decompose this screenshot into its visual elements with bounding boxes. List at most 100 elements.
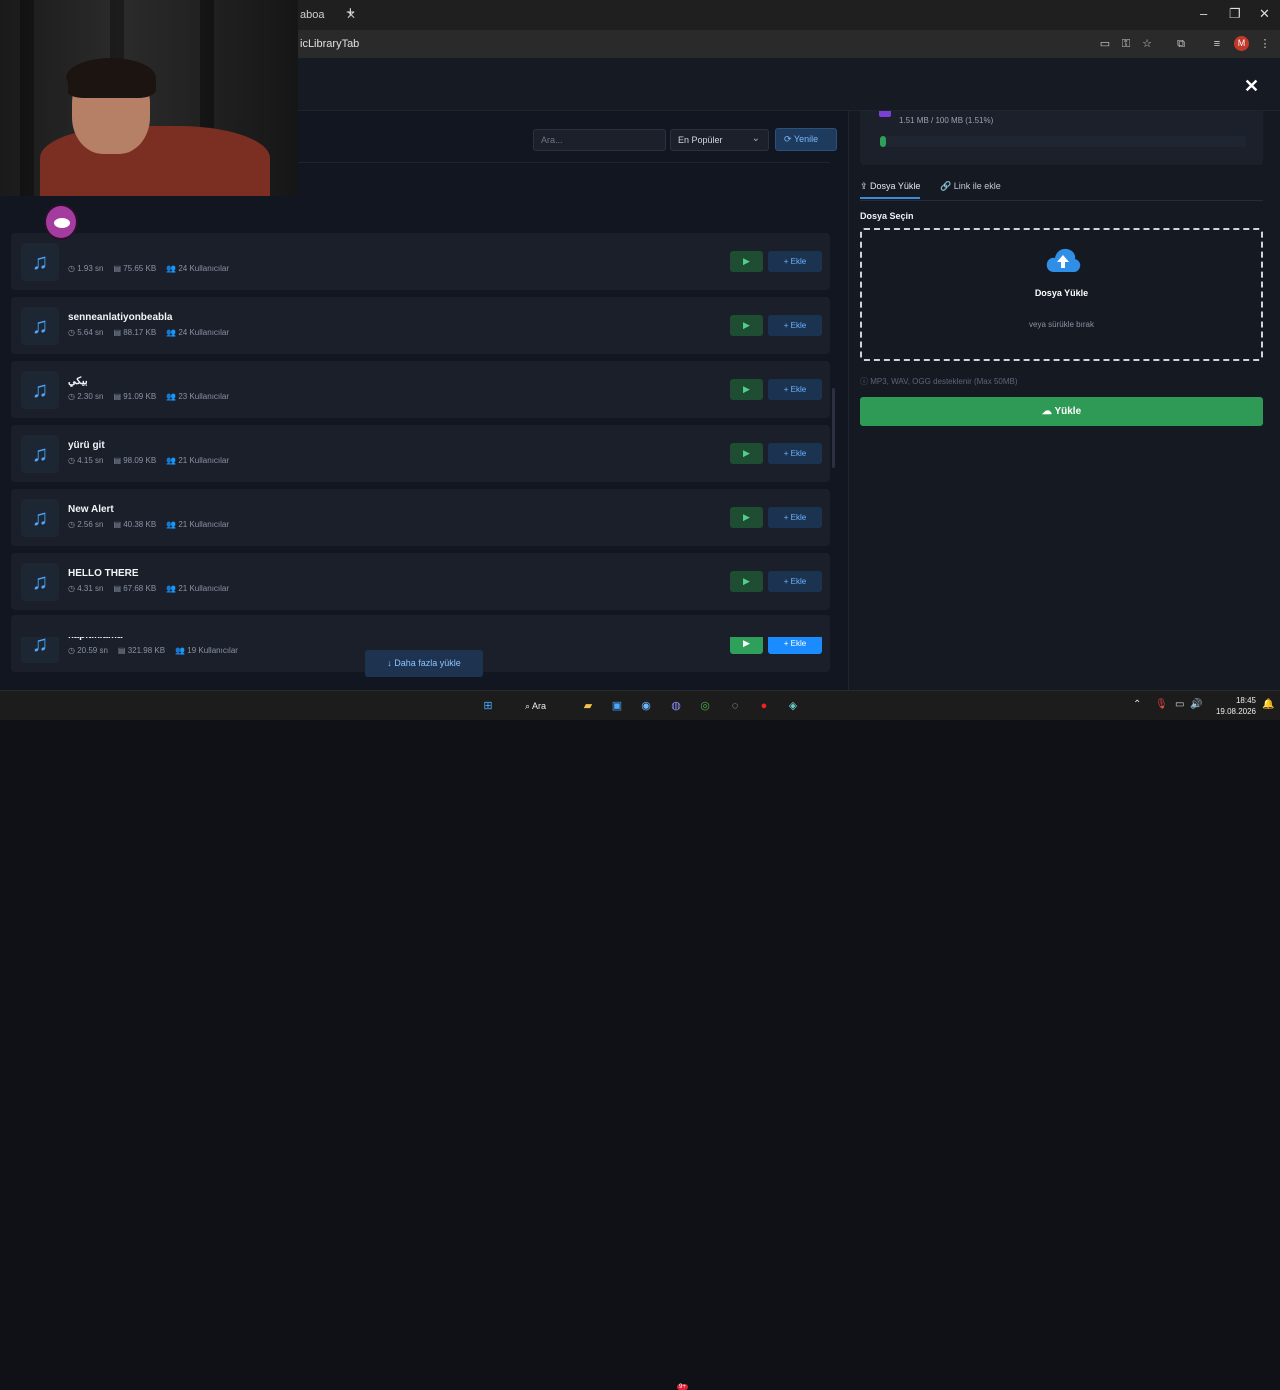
music-note-icon: ♫: [21, 435, 59, 473]
sound-title: HELLO THERE: [68, 568, 139, 579]
music-note-icon: ♫: [21, 243, 59, 281]
sound-meta: ◷ 2.30 sn ▤ 91.09 KB 👥 23 Kullanıcılar: [68, 392, 239, 401]
add-button[interactable]: + Ekle: [768, 571, 822, 592]
duration-text: ◷ 2.56 sn: [68, 520, 104, 529]
minimize-button[interactable]: –: [1200, 6, 1207, 21]
list-item: ♫ ◷ 1.93 sn ▤ 75.65 KB 👥 24 Kullanıcılar ▶ + …: [11, 233, 830, 290]
size-text: ▤ 40.38 KB: [113, 520, 157, 529]
file-dropzone[interactable]: Dosya Yükle veya sürükle bırak: [860, 228, 1263, 361]
add-button[interactable]: + Ekle: [768, 315, 822, 336]
tab-file-upload[interactable]: ⇪ Dosya Yükle: [860, 181, 921, 199]
tab-link-add-label: Link ile ekle: [953, 181, 1001, 191]
size-text: ▤ 67.68 KB: [113, 584, 157, 593]
storage-text: 1.51 MB / 100 MB (1.51%): [899, 116, 994, 125]
supported-formats-text: ⓘ MP3, WAV, OGG desteklenir (Max 50MB): [860, 376, 1018, 387]
menu-kebab-icon[interactable]: ⋮: [1258, 37, 1272, 51]
sort-select[interactable]: En Popüler ⌄: [670, 129, 769, 151]
record-icon[interactable]: ●: [755, 697, 773, 715]
info-icon: ⓘ: [860, 377, 871, 386]
display-icon[interactable]: ▭: [1175, 699, 1184, 710]
users-text: 👥 21 Kullanıcılar: [166, 456, 230, 465]
load-more-button[interactable]: ↓ Daha fazla yükle: [365, 650, 483, 677]
duration-text: ◷ 2.30 sn: [68, 392, 104, 401]
extensions-icon[interactable]: ⧉: [1174, 37, 1188, 51]
taskbar-search[interactable]: ⌕ Ara: [517, 696, 571, 716]
search-input[interactable]: Ara...: [533, 129, 666, 151]
dropzone-subtitle: veya sürükle bırak: [1029, 320, 1094, 329]
person-shirt: [40, 126, 270, 196]
play-button[interactable]: ▶: [730, 251, 763, 272]
add-button-label: Ekle: [790, 321, 807, 330]
windows-start-icon[interactable]: ⊞: [479, 697, 497, 715]
discord-icon[interactable]: ◍: [667, 697, 685, 715]
scrollbar[interactable]: [832, 388, 835, 468]
add-button[interactable]: + Ekle: [768, 443, 822, 464]
app-icon[interactable]: ◌: [726, 697, 744, 715]
app2-icon[interactable]: ◈: [784, 697, 802, 715]
duration-text: ◷ 20.59 sn: [68, 646, 108, 655]
music-note-icon: ♫: [21, 563, 59, 601]
play-button[interactable]: ▶: [730, 571, 763, 592]
file-select-label: Dosya Seçin: [860, 211, 914, 221]
upload-panel: 1.51 MB / 100 MB (1.51%) ⇪ Dosya Yükle 🔗…: [848, 111, 1280, 690]
add-button-label: Ekle: [790, 639, 807, 648]
sound-meta: ◷ 5.64 sn ▤ 88.17 KB 👥 24 Kullanıcılar: [68, 328, 239, 337]
play-button[interactable]: ▶: [730, 379, 763, 400]
upload-tab-icon: ⇪: [860, 181, 871, 191]
taskbar-clock[interactable]: 18:45 19.08.2026: [1206, 695, 1256, 717]
play-button[interactable]: ▶: [730, 507, 763, 528]
sound-title: بيكي: [68, 376, 88, 387]
play-button[interactable]: ▶: [730, 443, 763, 464]
speaker-icon[interactable]: 🔊: [1190, 699, 1202, 710]
dropzone-title: Dosya Yükle: [1034, 288, 1089, 298]
media-icon[interactable]: ≡: [1210, 37, 1224, 51]
add-button-label: Ekle: [790, 513, 807, 522]
upload-button[interactable]: ☁ Yükle: [860, 397, 1263, 426]
users-text: 👥 24 Kullanıcılar: [166, 328, 230, 337]
list-item-partial: [11, 624, 830, 637]
tab-title: aboa: [300, 9, 325, 21]
chrome-icon[interactable]: ◎: [696, 697, 714, 715]
size-text: ▤ 321.98 KB: [117, 646, 166, 655]
add-button-label: Ekle: [790, 449, 807, 458]
supported-formats-label: MP3, WAV, OGG desteklenir (Max 50MB): [870, 377, 1018, 386]
tab-link-add[interactable]: 🔗 Link ile ekle: [940, 181, 1001, 192]
size-text: ▤ 75.65 KB: [113, 264, 157, 273]
add-button[interactable]: + Ekle: [768, 507, 822, 528]
bookmark-star-icon[interactable]: ☆: [1140, 37, 1154, 51]
maximize-button[interactable]: ❐: [1229, 6, 1241, 22]
microphone-icon[interactable]: 🎙: [1155, 699, 1168, 710]
storage-progress-fill: [880, 136, 886, 147]
tray-chevron-icon[interactable]: ⌃: [1133, 699, 1141, 710]
cloud-upload-small-icon: ☁: [1041, 406, 1055, 417]
cast-icon[interactable]: ▭: [1098, 37, 1112, 51]
duration-text: ◷ 1.93 sn: [68, 264, 104, 273]
link-icon: 🔗: [940, 181, 954, 191]
add-button-label: Ekle: [790, 577, 807, 586]
music-note-icon: ♫: [21, 307, 59, 345]
profile-avatar[interactable]: M: [1234, 36, 1249, 51]
refresh-button[interactable]: ⟳ Yenile: [775, 128, 837, 151]
window-close-button[interactable]: ✕: [1259, 6, 1270, 22]
notification-icon[interactable]: 🔔: [1262, 699, 1274, 710]
add-button[interactable]: + Ekle: [768, 251, 822, 272]
add-button-label: Ekle: [790, 385, 807, 394]
music-note-icon: ♫: [21, 499, 59, 537]
file-explorer-icon[interactable]: ▰: [579, 697, 597, 715]
clock-date: 19.08.2026: [1215, 707, 1256, 716]
url-text[interactable]: icLibraryTab: [300, 38, 359, 50]
load-more-label: Daha fazla yükle: [394, 658, 461, 668]
key-icon[interactable]: ⚿: [1119, 37, 1133, 51]
store-icon[interactable]: ▣: [608, 697, 626, 715]
steam-icon[interactable]: ◉: [637, 697, 655, 715]
browser-tab[interactable]: aboa ✕: [292, 4, 372, 30]
storage-progress-bar: [880, 136, 1246, 147]
sound-meta: ◷ 4.15 sn ▤ 98.09 KB 👥 21 Kullanıcılar: [68, 456, 239, 465]
play-button[interactable]: ▶: [730, 315, 763, 336]
upload-tabs: ⇪ Dosya Yükle 🔗 Link ile ekle: [860, 181, 1263, 201]
add-button-label: Ekle: [790, 257, 807, 266]
list-item: ♫ New Alert ◷ 2.56 sn ▤ 40.38 KB 👥 21 Kullan…: [11, 489, 830, 546]
new-tab-button[interactable]: +: [346, 4, 355, 21]
add-button[interactable]: + Ekle: [768, 379, 822, 400]
modal-close-icon[interactable]: ✕: [1244, 76, 1259, 97]
